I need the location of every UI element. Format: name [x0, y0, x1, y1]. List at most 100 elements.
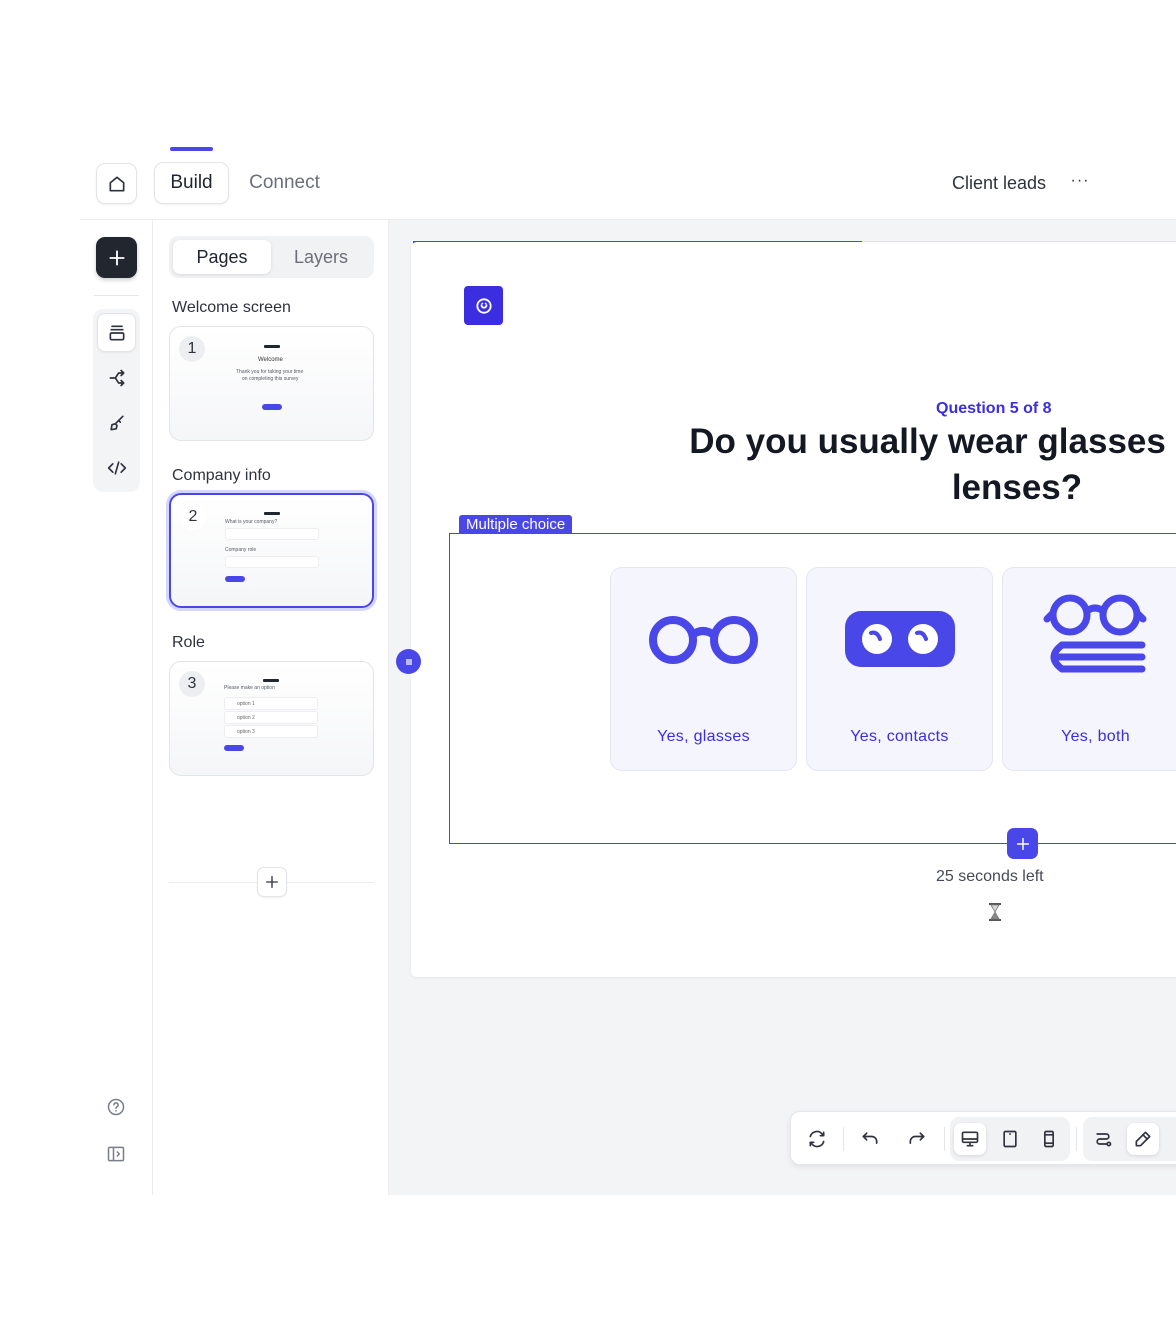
block-type-tag[interactable]: Multiple choice	[459, 515, 573, 534]
route-icon	[1096, 1133, 1112, 1147]
thumbnail-continue-button	[262, 404, 282, 410]
tablet-view-button[interactable]	[994, 1123, 1026, 1155]
plus-icon	[266, 876, 278, 888]
sidebar-icon	[107, 1146, 125, 1162]
route-button[interactable]	[1087, 1123, 1119, 1155]
brush-icon	[109, 415, 124, 430]
desktop-icon	[961, 1131, 979, 1147]
thumbnail-option: option 1	[224, 697, 318, 710]
editor-canvas: Question 5 of 8 Do you usually wear glas…	[389, 220, 1176, 1195]
toolbar-divider	[843, 1127, 844, 1151]
page-thumbnail-company-info[interactable]: 2 What is your company? Company role	[169, 493, 374, 608]
thumbnail-question: Please make an option	[224, 685, 275, 691]
mobile-icon	[1044, 1130, 1054, 1148]
code-icon	[107, 460, 126, 475]
app-window: Build Connect Client leads ··· Pages Lay…	[80, 145, 1176, 1195]
question-number: Question 5 of 8	[936, 400, 1052, 417]
thumbnail-input	[225, 528, 319, 540]
toolbar-divider	[944, 1127, 945, 1151]
thumbnail-question: Company role	[225, 547, 257, 553]
thumbnail-continue-button	[224, 745, 244, 751]
pages-panel: Pages Layers Welcome screen 1 Welcome Th…	[153, 220, 389, 1195]
rail-logic-button[interactable]	[97, 358, 136, 397]
answer-option-contacts[interactable]: Yes, contacts	[806, 567, 993, 771]
rail-divider	[94, 295, 139, 296]
timer-text: 25 seconds left	[936, 868, 1044, 885]
brand-logo[interactable]	[464, 286, 503, 325]
tab-connect[interactable]: Connect	[232, 162, 337, 204]
drag-handle-icon	[405, 658, 412, 665]
thumbnail-logo	[264, 345, 280, 348]
active-tab-indicator	[170, 147, 213, 151]
rail-design-button[interactable]	[97, 403, 136, 442]
desktop-view-button[interactable]	[954, 1123, 986, 1155]
thumbnail-option-label: option 1	[237, 701, 255, 707]
glasses-and-contacts-icon	[1003, 594, 1176, 680]
top-bar: Build Connect Client leads ···	[80, 145, 1176, 220]
home-icon	[109, 176, 124, 191]
question-title[interactable]: Do you usually wear glasses or contact l…	[635, 419, 1176, 511]
thumbnail-title: Welcome	[258, 357, 283, 363]
thumbnail-option-label: option 3	[237, 729, 255, 735]
help-button[interactable]	[104, 1095, 128, 1119]
thumbnail-logo	[263, 679, 279, 682]
page-number: 2	[180, 504, 206, 530]
page-thumbnail-welcome[interactable]: 1 Welcome Thank you for taking your time…	[169, 326, 374, 441]
flow-icon	[109, 369, 124, 386]
toggle-sidebar-button[interactable]	[104, 1142, 128, 1166]
canvas-toolbar	[790, 1111, 1176, 1165]
left-rail	[80, 220, 153, 1195]
page-number: 1	[179, 336, 205, 362]
redo-icon	[909, 1132, 925, 1144]
plus-icon	[108, 249, 125, 266]
edit-icon	[1135, 1131, 1151, 1147]
segment-pages[interactable]: Pages	[173, 240, 271, 274]
thumbnail-question: What is your company?	[225, 519, 278, 525]
brand-logo-icon	[475, 297, 492, 314]
tablet-icon	[1003, 1130, 1017, 1148]
refresh-icon	[809, 1130, 825, 1148]
add-page-button[interactable]	[257, 867, 287, 897]
home-button[interactable]	[96, 163, 137, 204]
project-name[interactable]: Client leads	[952, 173, 1046, 194]
stack-icon	[109, 325, 124, 340]
panel-segmented-control: Pages Layers	[169, 236, 374, 278]
mobile-view-button[interactable]	[1033, 1123, 1065, 1155]
undo-icon	[862, 1132, 878, 1144]
page-label-welcome: Welcome screen	[172, 299, 291, 316]
hourglass-icon	[989, 903, 1001, 921]
add-answer-button[interactable]	[1007, 828, 1038, 859]
page-preview-frame[interactable]: Question 5 of 8 Do you usually wear glas…	[411, 242, 1176, 977]
thumbnail-input	[225, 556, 319, 568]
thumbnail-text-line: on completing this survey	[242, 376, 299, 382]
device-switcher	[950, 1117, 1070, 1161]
rail-tool-group	[93, 309, 140, 492]
page-number: 3	[179, 671, 205, 697]
toolbar-divider	[1076, 1127, 1077, 1151]
block-drag-handle[interactable]	[396, 649, 421, 674]
contacts-icon	[807, 598, 992, 680]
redo-button[interactable]	[901, 1123, 933, 1155]
thumbnail-option-label: option 2	[237, 715, 255, 721]
thumbnail-option: option 2	[224, 711, 318, 724]
answer-option-glasses[interactable]: Yes, glasses	[610, 567, 797, 771]
answer-option-both[interactable]: Yes, both	[1002, 567, 1176, 771]
tab-build[interactable]: Build	[154, 162, 229, 204]
more-options-button[interactable]: ···	[1068, 169, 1092, 193]
plus-icon	[1016, 837, 1029, 850]
edit-mode-button[interactable]	[1127, 1123, 1159, 1155]
answer-option-label: Yes, contacts	[850, 728, 949, 745]
answer-option-label: Yes, glasses	[657, 728, 750, 745]
glasses-icon	[611, 598, 796, 680]
refresh-button[interactable]	[801, 1123, 833, 1155]
rail-code-button[interactable]	[97, 448, 136, 487]
add-element-button[interactable]	[96, 237, 137, 278]
mode-switcher	[1083, 1117, 1176, 1161]
undo-button[interactable]	[854, 1123, 886, 1155]
page-label-company-info: Company info	[172, 467, 271, 484]
segment-layers[interactable]: Layers	[272, 240, 370, 274]
answer-option-label: Yes, both	[1061, 728, 1130, 745]
page-label-role: Role	[172, 634, 205, 651]
rail-pages-button[interactable]	[97, 313, 136, 352]
page-thumbnail-role[interactable]: 3 Please make an option option 1 option …	[169, 661, 374, 776]
